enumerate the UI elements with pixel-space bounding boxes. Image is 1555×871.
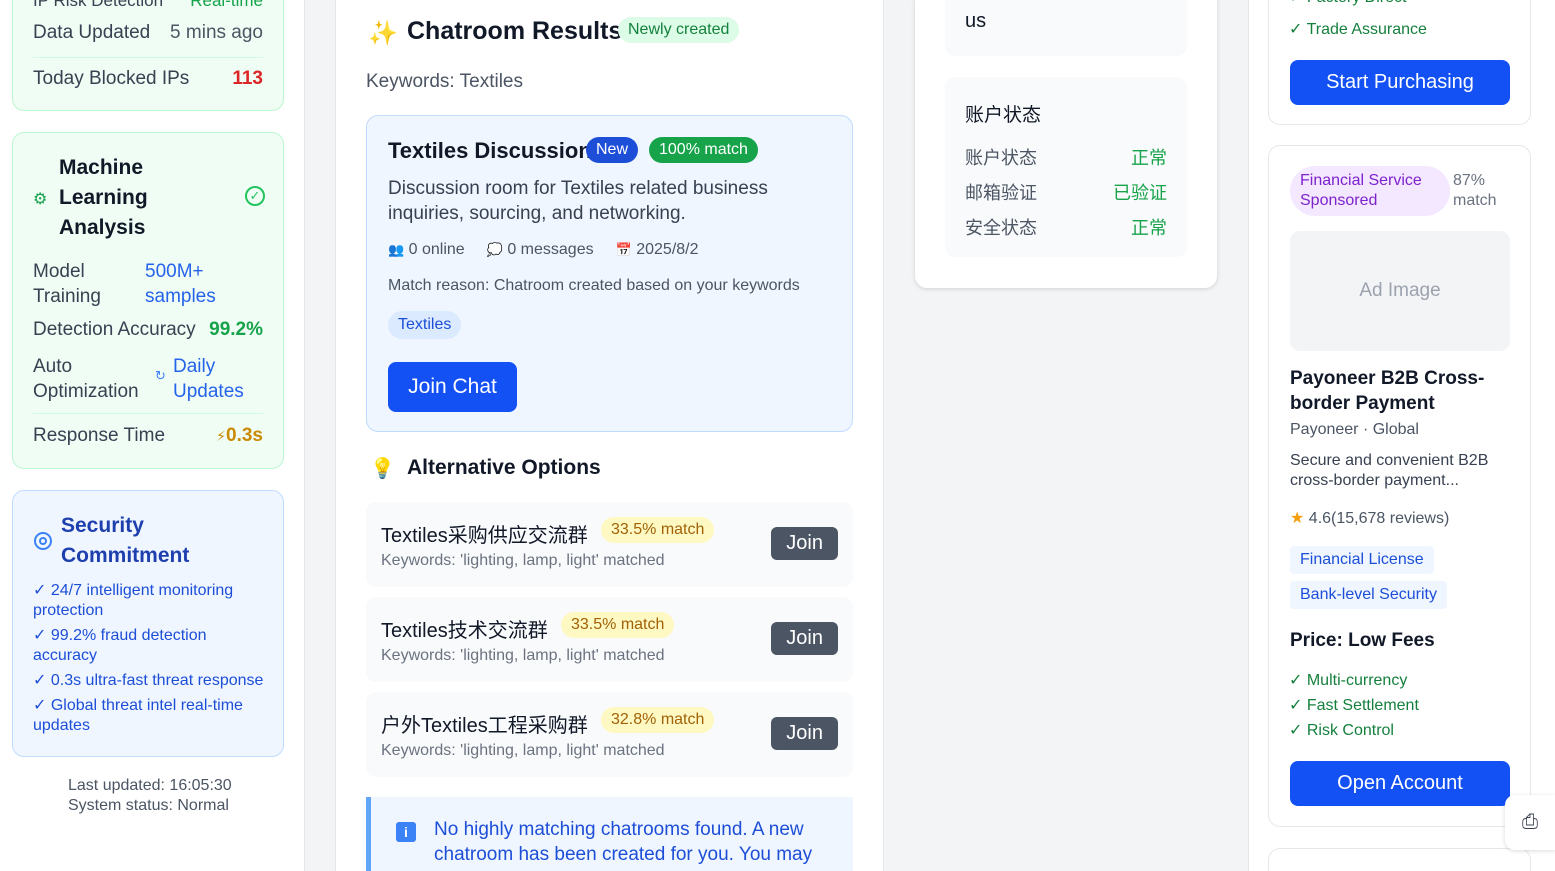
- system-status: System status: Normal: [68, 797, 229, 814]
- ad-image: Ad Image: [1290, 231, 1510, 351]
- users-icon: 👥: [388, 242, 405, 257]
- ml-title: Machine Learning Analysis: [59, 156, 148, 239]
- alt-match-badge: 32.8% match: [601, 707, 715, 733]
- match-reason: Match reason: Chatroom created based on …: [388, 277, 800, 294]
- alt-name: 户外Textiles工程采购群: [381, 715, 588, 737]
- chat-bubble-icon: 💭: [486, 242, 503, 257]
- alt-name: Textiles采购供应交流群: [381, 525, 588, 547]
- check-circle-icon: ✓: [245, 186, 265, 206]
- calendar-icon: 📅: [615, 242, 632, 257]
- feature-item: ✓ Fast Settlement: [1289, 697, 1419, 714]
- account-status-title: 账户状态: [965, 105, 1042, 126]
- security-title: Security Commitment: [61, 514, 190, 567]
- account-status-panel: 账户状态 账户状态 正常 邮箱验证 已验证 安全状态 正常: [945, 77, 1187, 257]
- top-text: us: [965, 10, 987, 32]
- alt-keywords: Keywords: 'lighting, lamp, light' matche…: [381, 552, 665, 569]
- alternative-item: 户外Textiles工程采购群 32.8% match Keywords: 'l…: [366, 692, 853, 777]
- room-description: Discussion room for Textiles related bus…: [388, 178, 768, 224]
- match-badge: 100% match: [649, 137, 758, 163]
- lightbulb-icon: 💡: [370, 458, 395, 480]
- alt-match-badge: 33.5% match: [601, 517, 715, 543]
- join-chat-button[interactable]: Join Chat: [388, 362, 517, 412]
- security-item: ✓ 0.3s ultra-fast threat response: [33, 672, 264, 689]
- sparkles-icon: ✨: [368, 20, 398, 47]
- blocked-ips-row: Today Blocked IPs 113: [33, 68, 263, 89]
- alternative-item: Textiles采购供应交流群 33.5% match Keywords: 'l…: [366, 502, 853, 587]
- ad-match: 87% match: [1453, 172, 1497, 209]
- ad-tag: Financial License: [1290, 546, 1434, 574]
- response-time-row: Response Time ⚡0.3s: [33, 425, 263, 446]
- left-sidebar: IP Risk Detection Real-time Data Updated…: [0, 0, 305, 871]
- info-icon: i: [396, 822, 416, 842]
- ip-risk-label: IP Risk Detection: [33, 0, 164, 10]
- alt-match-badge: 33.5% match: [561, 612, 675, 638]
- newly-created-badge: Newly created: [618, 17, 740, 43]
- join-button[interactable]: Join: [771, 717, 838, 750]
- alt-keywords: Keywords: 'lighting, lamp, light' matche…: [381, 647, 665, 664]
- ip-risk-value: Real-time: [190, 0, 263, 10]
- target-icon: [34, 532, 52, 550]
- screenshot-tool-button[interactable]: ⎙: [1505, 795, 1555, 850]
- keyword-tag: Textiles: [388, 311, 462, 339]
- detection-accuracy-row: Detection Accuracy 99.2%: [33, 319, 263, 340]
- ad-card-payoneer: Financial Service Sponsored 87% match Ad…: [1268, 145, 1531, 827]
- refresh-icon: ↻: [155, 368, 166, 383]
- account-card: us 账户状态 账户状态 正常 邮箱验证 已验证 安全状态 正常: [915, 0, 1217, 288]
- ad-company: Payoneer · Global: [1290, 421, 1419, 438]
- data-updated-row: Data Updated 5 mins ago: [33, 22, 263, 43]
- security-item: ✓ Global threat intel real-time updates: [33, 697, 243, 734]
- star-icon: ★: [1290, 510, 1305, 527]
- lightning-icon: ⚡: [216, 428, 227, 444]
- camera-icon: ⎙: [1522, 811, 1538, 833]
- ip-risk-card: IP Risk Detection Real-time Data Updated…: [12, 0, 284, 111]
- room-name: Textiles Discussion: [388, 138, 592, 163]
- join-button[interactable]: Join: [771, 622, 838, 655]
- security-list: ✓ 24/7 intelligent monitoring protection…: [33, 581, 273, 736]
- ad-title: Payoneer B2B Cross-border Payment: [1290, 368, 1485, 414]
- email-verification-row: 邮箱验证 已验证: [965, 183, 1167, 203]
- info-notice: i No highly matching chatrooms found. A …: [366, 797, 853, 871]
- alt-name: Textiles技术交流群: [381, 620, 548, 642]
- security-item: ✓ 99.2% fraud detection accuracy: [33, 627, 207, 664]
- chatroom-card: Textiles Discussion New 100% match Discu…: [366, 115, 853, 432]
- ad-tag: Bank-level Security: [1290, 581, 1447, 609]
- keywords-label: Keywords: Textiles: [366, 71, 523, 92]
- start-purchasing-button[interactable]: Start Purchasing: [1290, 60, 1510, 105]
- feature-item: ✓ Trade Assurance: [1289, 21, 1427, 38]
- page-title: Chatroom Results: [407, 17, 623, 45]
- brain-icon: ⚙: [33, 191, 48, 208]
- ad-card-next: [1268, 848, 1531, 871]
- security-item: ✓ 24/7 intelligent monitoring protection: [33, 582, 234, 619]
- feature-item: ✓ Risk Control: [1289, 722, 1394, 739]
- security-commitment-card: Security Commitment ✓ 24/7 intelligent m…: [12, 490, 284, 757]
- open-account-button[interactable]: Open Account: [1290, 761, 1510, 806]
- new-badge: New: [586, 137, 639, 163]
- ad-description: Secure and convenient B2B cross-border p…: [1290, 452, 1489, 489]
- alternative-options-title: Alternative Options: [407, 456, 601, 479]
- feature-item: ✓ Multi-currency: [1289, 672, 1408, 689]
- room-meta: 👥 0 online 💭 0 messages 📅 2025/8/2: [388, 241, 699, 258]
- security-status-row: 安全状态 正常: [965, 218, 1167, 238]
- ad-price: Price: Low Fees: [1290, 630, 1435, 651]
- alternative-item: Textiles技术交流群 33.5% match Keywords: 'lig…: [366, 597, 853, 682]
- alt-keywords: Keywords: 'lighting, lamp, light' matche…: [381, 742, 665, 759]
- ml-analysis-card: ⚙ Machine Learning Analysis ✓ Model Trai…: [12, 132, 284, 469]
- ad-rating: ★ 4.6(15,678 reviews): [1290, 510, 1450, 527]
- sponsored-badge: Financial Service Sponsored: [1290, 166, 1450, 216]
- ad-card-purchasing: ✓ Factory Direct ✓ Trade Assurance Start…: [1268, 0, 1531, 125]
- account-status-row: 账户状态 正常: [965, 148, 1167, 168]
- last-updated: Last updated: 16:05:30: [68, 777, 232, 794]
- info-text: No highly matching chatrooms found. A ne…: [434, 819, 813, 865]
- join-button[interactable]: Join: [771, 527, 838, 560]
- feature-item: ✓ Factory Direct: [1289, 0, 1406, 10]
